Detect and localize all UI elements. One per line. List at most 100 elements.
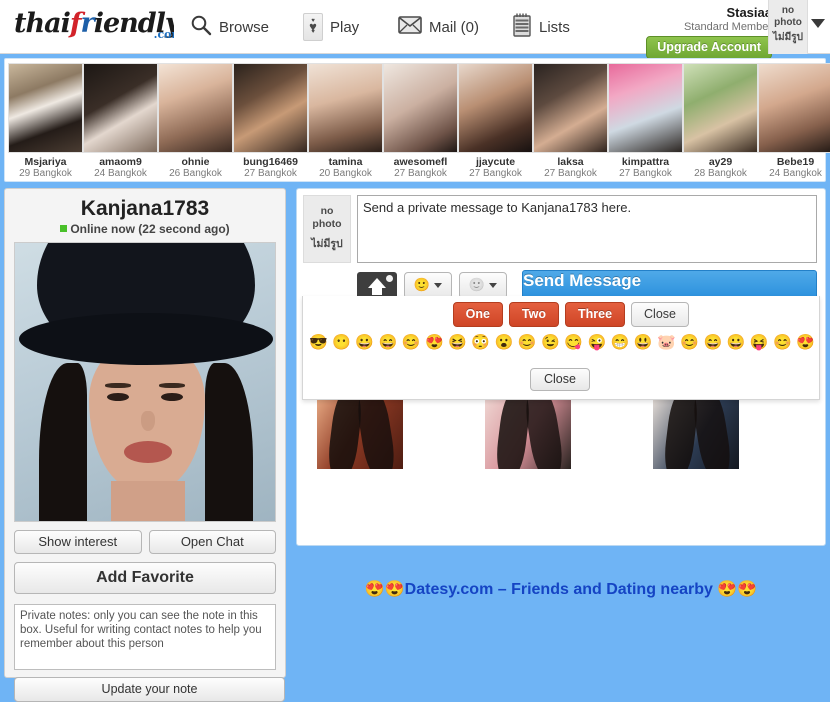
- show-interest-button[interactable]: Show interest: [14, 530, 142, 554]
- update-note-button[interactable]: Update your note: [14, 677, 285, 702]
- emoji-item[interactable]: 😍: [425, 334, 444, 352]
- emoji-item[interactable]: 😊: [680, 334, 699, 352]
- compose-avatar-line1: no: [320, 205, 334, 217]
- member-name: ay29: [708, 156, 733, 168]
- upgrade-account-button[interactable]: Upgrade Account: [646, 36, 772, 59]
- photo-hair-strand: [353, 397, 399, 469]
- member-photo[interactable]: [383, 63, 458, 153]
- grid-photo[interactable]: [485, 397, 571, 469]
- emoji-item[interactable]: 😄: [703, 334, 722, 352]
- list-item[interactable]: jjaycute 27 Bangkok: [458, 63, 533, 180]
- emoji-item[interactable]: 😆: [448, 334, 467, 352]
- emoji-item[interactable]: 😊: [402, 334, 421, 352]
- grid-photo[interactable]: [653, 397, 739, 469]
- site-logo[interactable]: thaifriendly.com: [14, 8, 174, 48]
- emoji-tab-two[interactable]: Two: [508, 302, 559, 327]
- emoji-item[interactable]: 😀: [355, 334, 374, 352]
- member-meta: 27 Bangkok: [619, 168, 672, 179]
- photo-nose: [141, 411, 155, 431]
- private-note-input[interactable]: [14, 604, 276, 670]
- account-username: Stasiaa: [726, 5, 772, 20]
- open-chat-button[interactable]: Open Chat: [148, 530, 276, 554]
- logo-tld: .com: [153, 28, 174, 41]
- account-membership: Standard Member: [683, 21, 772, 33]
- list-item[interactable]: awesomefl 27 Bangkok: [383, 63, 458, 180]
- list-item[interactable]: bung16469 27 Bangkok: [233, 63, 308, 180]
- close-popup-button[interactable]: Close: [530, 368, 590, 391]
- list-item[interactable]: tamina 20 Bangkok: [308, 63, 383, 180]
- status-text: Online now (22 second ago): [70, 222, 230, 236]
- promo-banner-link[interactable]: 😍😍Datesy.com – Friends and Dating nearby…: [296, 578, 826, 604]
- camera-upload-icon[interactable]: [357, 271, 397, 299]
- member-photo[interactable]: [83, 63, 158, 153]
- member-photo[interactable]: [683, 63, 758, 153]
- photo-hat-brim: [19, 313, 273, 365]
- list-item[interactable]: ohnie 26 Bangkok: [158, 63, 233, 180]
- compose-toolbar: 🙂 🙂 Send Message: [297, 263, 825, 300]
- add-favorite-button[interactable]: Add Favorite: [14, 562, 276, 594]
- member-photo[interactable]: [233, 63, 308, 153]
- member-photo[interactable]: [158, 63, 233, 153]
- member-meta: 27 Bangkok: [244, 168, 297, 179]
- nav-mail[interactable]: Mail (0): [398, 10, 479, 44]
- grid-photo[interactable]: [317, 397, 403, 469]
- emoji-item[interactable]: 😜: [587, 334, 606, 352]
- upload-arrow-stem: [372, 286, 382, 295]
- camera-lens: [386, 274, 393, 282]
- emoji-item[interactable]: 😮: [495, 334, 514, 352]
- profile-panel: Kanjana1783 Online now (22 second ago) S…: [4, 188, 286, 702]
- member-photo[interactable]: [533, 63, 608, 153]
- member-name: awesomefl: [393, 156, 448, 168]
- member-name: jjaycute: [475, 156, 516, 168]
- emoji-item[interactable]: 😁: [611, 334, 630, 352]
- compose-row: no photo ไม่มีรูป: [297, 189, 825, 263]
- emoji-item[interactable]: 😊: [518, 334, 537, 352]
- emoji-item[interactable]: 😄: [379, 334, 398, 352]
- site-header: thaifriendly.com Browse ♥♥♥ Play Mail (0…: [0, 0, 830, 59]
- nav-browse[interactable]: Browse: [190, 10, 269, 44]
- member-photo[interactable]: [458, 63, 533, 153]
- nav-lists[interactable]: Lists: [512, 10, 570, 44]
- emoji-tab-one[interactable]: One: [452, 302, 503, 327]
- member-photo[interactable]: [758, 63, 830, 153]
- status-badge: Online now (22 second ago): [5, 221, 285, 237]
- emoji-item[interactable]: 😃: [634, 334, 653, 352]
- message-input[interactable]: [357, 195, 817, 263]
- emoji-item[interactable]: 🐷: [657, 334, 676, 352]
- emoji-item[interactable]: 😝: [750, 334, 769, 352]
- member-photo[interactable]: [8, 63, 83, 153]
- emoji-tab-three[interactable]: Three: [564, 302, 626, 327]
- photo-eye-right: [161, 393, 183, 401]
- list-item[interactable]: ay29 28 Bangkok: [683, 63, 758, 180]
- member-photo[interactable]: [608, 63, 683, 153]
- emoji-item[interactable]: 😋: [564, 334, 583, 352]
- emoji-item[interactable]: 😊: [773, 334, 792, 352]
- emoji-item[interactable]: 😉: [541, 334, 560, 352]
- list-item[interactable]: Msjariya 29 Bangkok: [8, 63, 83, 180]
- photo-hair-strand: [521, 397, 567, 469]
- list-item[interactable]: kimpattra 27 Bangkok: [608, 63, 683, 180]
- member-meta: 27 Bangkok: [544, 168, 597, 179]
- nav-play[interactable]: ♥ ♥ ♥ Play: [303, 10, 359, 44]
- member-photo[interactable]: [308, 63, 383, 153]
- emoji-item[interactable]: 😳: [471, 334, 490, 352]
- photo-hair-strand: [689, 397, 735, 469]
- emoji-item[interactable]: 😶: [332, 334, 351, 352]
- sticker-dropdown-button[interactable]: 🙂: [459, 271, 507, 299]
- account-avatar-placeholder[interactable]: no photo ไม่มีรูป: [768, 0, 808, 54]
- smiley-icon: 🙂: [413, 277, 431, 292]
- list-item[interactable]: Bebe19 24 Bangkok: [758, 63, 830, 180]
- nav-browse-label: Browse: [219, 18, 270, 36]
- list-item[interactable]: amaom9 24 Bangkok: [83, 63, 158, 180]
- account-avatar-line1: no: [781, 5, 795, 16]
- emoji-dropdown-button[interactable]: 🙂: [404, 271, 452, 299]
- chevron-down-icon[interactable]: [811, 19, 825, 28]
- emoji-item[interactable]: 😍: [796, 334, 815, 352]
- page-title: Kanjana1783: [80, 197, 210, 220]
- account-avatar-thai: ไม่มีรูป: [773, 32, 803, 43]
- emoji-tab-close-button[interactable]: Close: [631, 302, 689, 327]
- emoji-item[interactable]: 😎: [309, 334, 328, 352]
- list-item[interactable]: laksa 27 Bangkok: [533, 63, 608, 180]
- emoji-item[interactable]: 😀: [727, 334, 746, 352]
- profile-photo[interactable]: [14, 242, 276, 522]
